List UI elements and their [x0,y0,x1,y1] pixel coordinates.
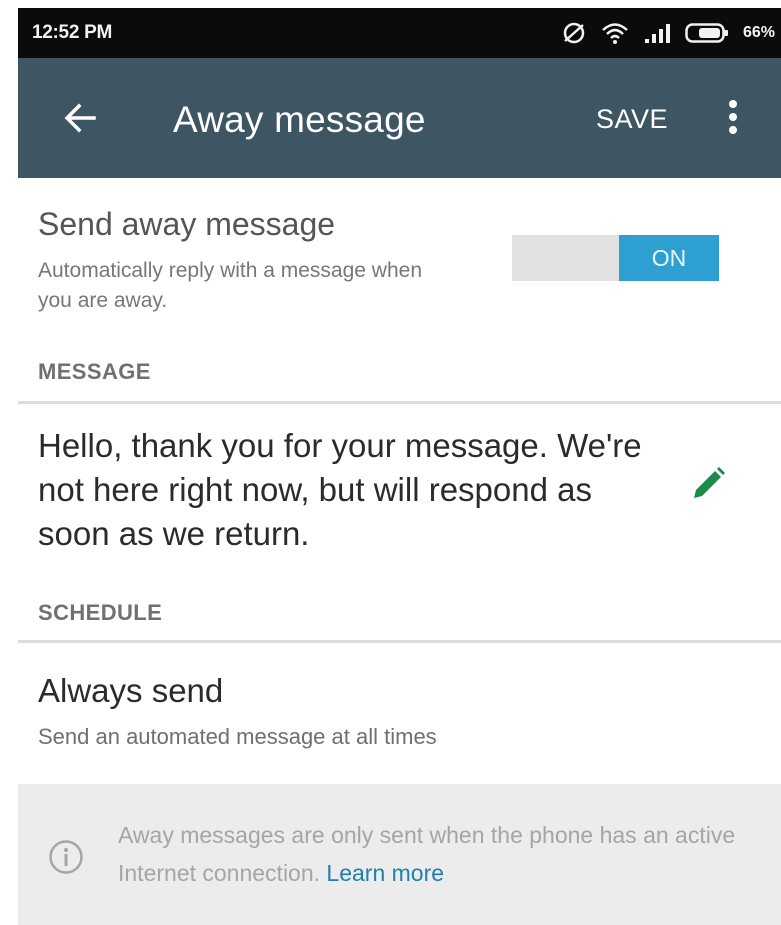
message-section-header: MESSAGE [38,359,151,384]
signal-icon [644,24,670,43]
message-row[interactable]: Hello, thank you for your message. We're… [38,424,768,556]
app-bar: Away message SAVE [18,58,781,178]
edit-message-button[interactable] [688,464,728,504]
more-options-button[interactable] [721,96,745,142]
save-button[interactable]: SAVE [596,104,668,135]
setting-title: Send away message [38,206,336,242]
status-icons: 66% [561,20,775,46]
status-bar: 12:52 PM 66% [18,8,781,58]
info-text: Away messages are only sent when the pho… [118,816,758,892]
away-message-text: Hello, thank you for your message. We're… [38,427,642,552]
arrow-left-icon [64,103,96,133]
schedule-section-header: SCHEDULE [38,600,163,625]
send-away-message-setting[interactable]: Send away message Automatically reply wi… [38,200,758,330]
divider [18,401,781,404]
status-time: 12:52 PM [32,22,112,43]
info-notice: Away messages are only sent when the pho… [18,784,781,925]
battery-percent: 66% [742,24,775,41]
pencil-icon [694,467,725,498]
setting-subtitle: Automatically reply with a message when … [38,259,423,312]
back-button[interactable] [60,98,100,138]
schedule-option[interactable]: Always send Send an automated message at… [38,672,437,750]
battery-icon [685,23,728,43]
learn-more-link[interactable]: Learn more [326,860,444,886]
toggle-on-label: ON [619,235,719,281]
divider [18,640,781,643]
more-vertical-icon [721,100,745,134]
page-title: Away message [173,99,426,140]
wifi-icon [602,23,628,44]
schedule-subtitle: Send an automated message at all times [38,724,437,749]
schedule-title: Always send [38,672,224,709]
info-icon [49,840,83,874]
data-saver-icon [563,22,585,44]
away-message-toggle[interactable]: ON [512,235,719,281]
